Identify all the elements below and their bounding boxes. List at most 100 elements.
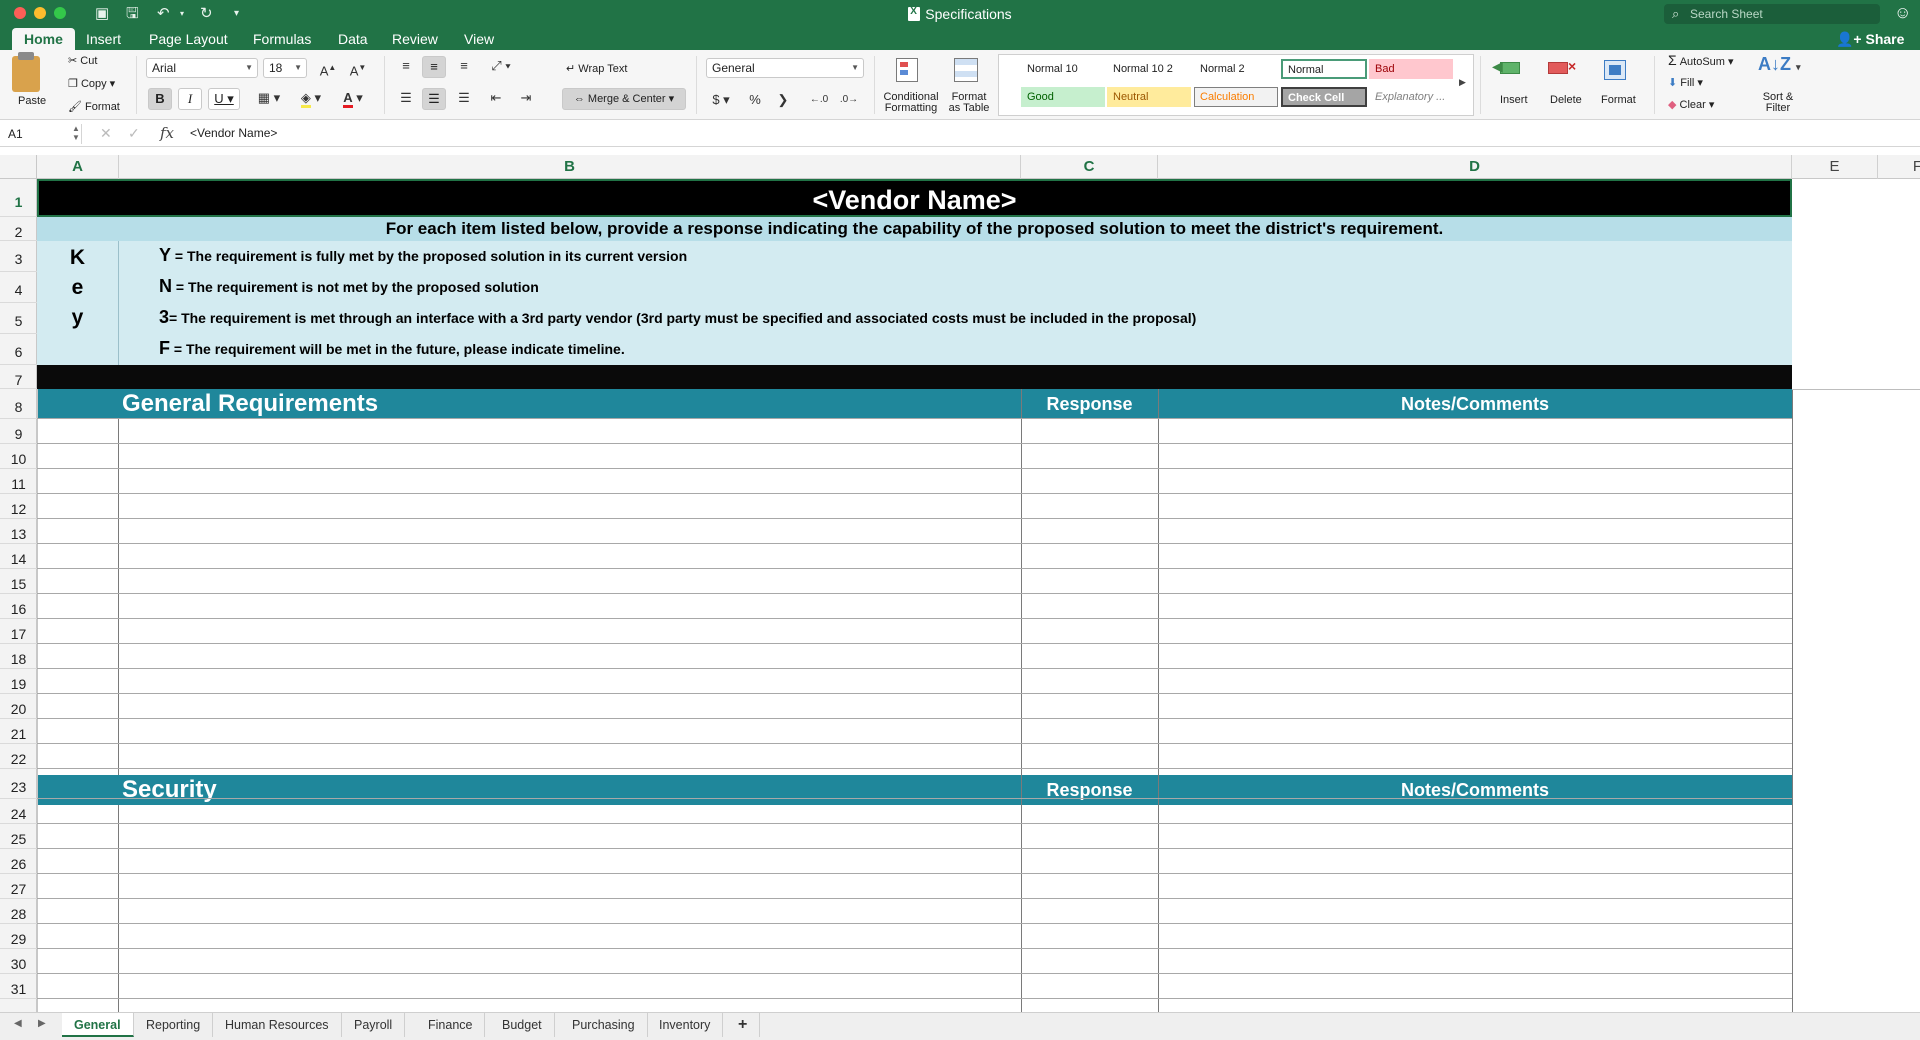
sort-filter-button[interactable]: Sort & Filter xyxy=(1758,92,1798,114)
redo-icon[interactable]: ↻ xyxy=(200,4,213,24)
style-check-cell[interactable]: Check Cell xyxy=(1281,87,1367,107)
sidebar-toggle-icon[interactable]: ▣ xyxy=(95,4,109,24)
sheet-tab-budget[interactable]: Budget xyxy=(490,1013,555,1037)
paste-button-label[interactable]: Paste xyxy=(18,95,46,107)
confirm-entry-icon[interactable]: ✓ xyxy=(128,125,140,142)
insert-cells-button[interactable]: Insert xyxy=(1500,94,1528,106)
row-header[interactable]: 31 xyxy=(0,974,37,999)
fill-color-button[interactable]: ◈ ▾ xyxy=(294,88,328,108)
row-header[interactable]: 16 xyxy=(0,594,37,619)
zoom-window-button[interactable] xyxy=(54,7,66,19)
title-cell[interactable]: <Vendor Name> xyxy=(37,179,1792,217)
increase-font-size-button[interactable]: A▲ xyxy=(316,58,340,81)
save-icon[interactable]: 🖫 xyxy=(126,4,139,24)
borders-button[interactable]: ▦ ▾ xyxy=(252,88,286,108)
key-item-3[interactable]: 3= The requirement is met through an int… xyxy=(159,307,1196,328)
instruction-cell[interactable]: For each item listed below, provide a re… xyxy=(37,217,1792,241)
underline-button[interactable]: U ▾ xyxy=(208,88,240,110)
section-title-security[interactable]: Security xyxy=(122,775,217,805)
decrease-indent-icon[interactable]: ⇤ xyxy=(484,88,508,108)
name-box-stepper-icon[interactable]: ▲ ▼ xyxy=(72,124,80,142)
sheet-tab-payroll[interactable]: Payroll xyxy=(342,1013,406,1037)
row-header[interactable]: 10 xyxy=(0,444,37,469)
orientation-button[interactable]: ⤢ ▾ xyxy=(484,56,518,76)
row-header[interactable]: 2 xyxy=(0,217,37,241)
style-normal-10-2[interactable]: Normal 10 2 xyxy=(1107,59,1191,79)
select-all-corner[interactable] xyxy=(0,155,37,179)
format-painter-button[interactable]: 🖌 Format xyxy=(68,100,120,113)
row-header[interactable]: 24 xyxy=(0,799,37,824)
row-header[interactable]: 22 xyxy=(0,744,37,769)
name-box[interactable]: A1 xyxy=(4,124,82,144)
number-format-dropdown[interactable]: General ▼ xyxy=(706,58,864,78)
wrap-text-button[interactable]: ↵ Wrap Text xyxy=(566,62,627,75)
style-neutral[interactable]: Neutral xyxy=(1107,87,1191,107)
insert-cells-icon[interactable]: ◀ xyxy=(1492,56,1524,80)
row-header[interactable]: 20 xyxy=(0,694,37,719)
row-header[interactable]: 23 xyxy=(0,769,37,799)
customize-toolbar-icon[interactable]: ▾ xyxy=(234,4,239,24)
format-as-table-icon[interactable] xyxy=(950,54,984,88)
row-header[interactable]: 18 xyxy=(0,644,37,669)
row-header[interactable]: 1 xyxy=(0,179,37,217)
gallery-more-arrow-icon[interactable]: ▶ xyxy=(1459,77,1466,88)
sheet-tab-human-resources[interactable]: Human Resources xyxy=(213,1013,342,1037)
tab-formulas[interactable]: Formulas xyxy=(241,28,323,50)
row-header[interactable]: 12 xyxy=(0,494,37,519)
row-header[interactable]: 14 xyxy=(0,544,37,569)
bold-button[interactable]: B xyxy=(148,88,172,110)
merge-center-button[interactable]: ⇔ Merge & Center ▾ xyxy=(562,88,686,110)
sheet-tab-reporting[interactable]: Reporting xyxy=(134,1013,214,1037)
autosum-button[interactable]: Σ AutoSum ▾ xyxy=(1668,52,1734,68)
align-center-icon[interactable]: ☰ xyxy=(422,88,446,110)
row-header[interactable]: 3 xyxy=(0,241,37,272)
increase-decimal-button[interactable]: ←.0 xyxy=(806,90,832,110)
copy-button[interactable]: ❐ Copy ▾ xyxy=(68,77,115,90)
section-title-general[interactable]: General Requirements xyxy=(122,389,378,419)
sheet-tab-inventory[interactable]: Inventory xyxy=(647,1013,724,1037)
search-sheet-field[interactable]: ⌕ Search Sheet xyxy=(1664,4,1880,24)
column-header-b[interactable]: B xyxy=(119,155,1021,179)
style-explanatory[interactable]: Explanatory ... xyxy=(1369,87,1453,107)
minimize-window-button[interactable] xyxy=(34,7,46,19)
cancel-entry-icon[interactable]: ✕ xyxy=(100,125,112,142)
tab-home[interactable]: Home xyxy=(12,28,75,50)
sheet-tab-finance[interactable]: Finance xyxy=(416,1013,486,1037)
row-header[interactable]: 21 xyxy=(0,719,37,744)
row-header[interactable]: 17 xyxy=(0,619,37,644)
previous-sheet-icon[interactable]: ◀ xyxy=(14,1018,22,1029)
notes-header-general[interactable]: Notes/Comments xyxy=(1158,389,1792,419)
style-bad[interactable]: Bad xyxy=(1369,59,1453,79)
cut-button[interactable]: ✂ Cut xyxy=(68,54,97,67)
font-color-button[interactable]: A ▾ xyxy=(336,88,370,108)
style-normal-10[interactable]: Normal 10 xyxy=(1021,59,1105,79)
share-button[interactable]: 👤+ Share xyxy=(1836,28,1904,50)
row-header[interactable]: 29 xyxy=(0,924,37,949)
align-left-icon[interactable]: ☰ xyxy=(394,88,418,108)
row-header[interactable]: 28 xyxy=(0,899,37,924)
align-right-icon[interactable]: ☰ xyxy=(452,88,476,108)
row-header[interactable]: 19 xyxy=(0,669,37,694)
sort-filter-icon[interactable]: A↓Z ▾ xyxy=(1758,54,1801,75)
tab-data[interactable]: Data xyxy=(326,28,380,50)
decrease-font-size-button[interactable]: A▼ xyxy=(346,58,370,81)
key-item-f[interactable]: F = The requirement will be met in the f… xyxy=(159,338,625,359)
insert-function-icon[interactable]: fx xyxy=(160,124,174,142)
increase-indent-icon[interactable]: ⇥ xyxy=(514,88,538,108)
decrease-decimal-button[interactable]: .0→ xyxy=(836,90,862,110)
row-header[interactable]: 9 xyxy=(0,419,37,444)
column-header-a[interactable]: A xyxy=(37,155,119,179)
row-header[interactable]: 26 xyxy=(0,849,37,874)
style-normal-2[interactable]: Normal 2 xyxy=(1194,59,1278,79)
font-size-dropdown[interactable]: 18 ▼ xyxy=(263,58,307,78)
row-header[interactable]: 4 xyxy=(0,272,37,303)
align-top-icon[interactable]: ≡ xyxy=(394,56,418,76)
sheet-tab-general[interactable]: General xyxy=(62,1013,134,1037)
formula-input[interactable]: <Vendor Name> xyxy=(190,126,277,140)
next-sheet-icon[interactable]: ▶ xyxy=(38,1018,46,1029)
italic-button[interactable]: I xyxy=(178,88,202,110)
row-header[interactable]: 11 xyxy=(0,469,37,494)
row-header[interactable]: 25 xyxy=(0,824,37,849)
fill-button[interactable]: ⬇ Fill ▾ xyxy=(1668,76,1703,89)
paste-icon[interactable] xyxy=(12,56,40,92)
